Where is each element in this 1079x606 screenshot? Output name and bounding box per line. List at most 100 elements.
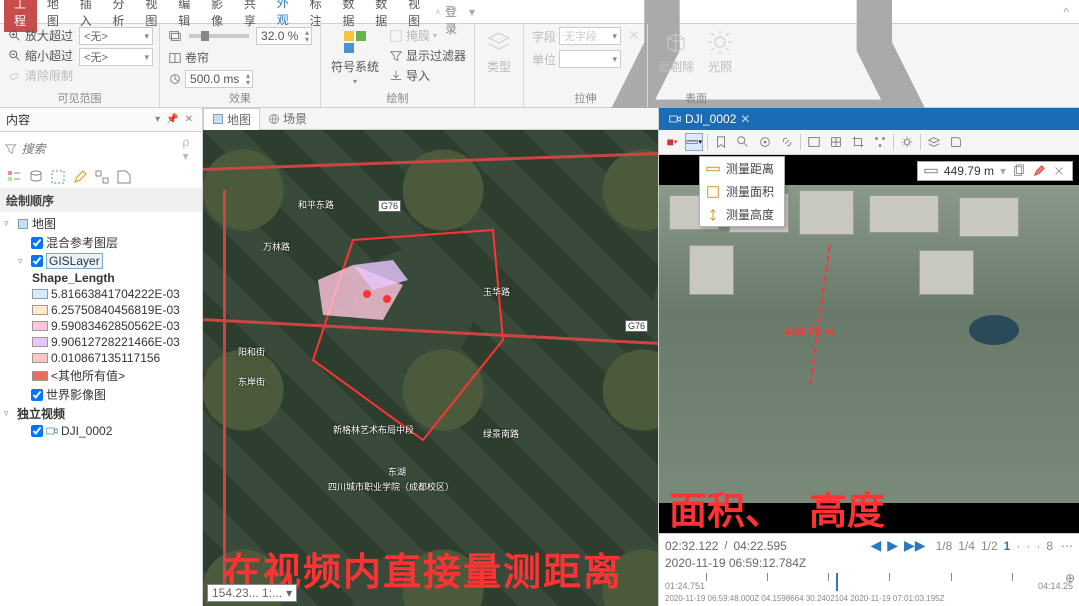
measure-button[interactable]: ▾ <box>685 133 703 151</box>
funnel-icon[interactable] <box>4 142 17 156</box>
play-button[interactable]: ▶ <box>885 537 900 554</box>
list-by-labeling-icon[interactable] <box>116 169 132 185</box>
copy-icon[interactable] <box>1012 164 1026 178</box>
ruler-icon <box>686 135 698 149</box>
tool-d[interactable] <box>898 133 916 151</box>
import-icon <box>389 69 403 83</box>
place-label: 东湖 <box>388 465 406 478</box>
search-input[interactable] <box>21 142 178 156</box>
timeline-expand[interactable]: ⊕ <box>1065 571 1075 585</box>
selection-polygon <box>303 210 523 450</box>
tool-f[interactable] <box>947 133 965 151</box>
measure-area[interactable]: 测量面积 <box>700 180 784 203</box>
video-item[interactable]: DJI_0002 <box>4 423 198 439</box>
bookmark-button[interactable] <box>712 133 730 151</box>
map-view[interactable]: G76 G76 和平东路 万林路 玉华路 阳和街 东岸街 绿景南路 新格林艺术布… <box>203 130 658 606</box>
bookmark-icon <box>714 135 728 149</box>
swipe-button[interactable]: 卷帘 <box>166 48 314 67</box>
import-button[interactable]: 导入 <box>387 66 468 85</box>
route-shield: G76 <box>625 320 648 332</box>
measure-distance[interactable]: 测量距离 <box>700 157 784 180</box>
class-row[interactable]: 5.81663841704222E-03 <box>4 286 198 302</box>
layer-checkbox[interactable] <box>31 425 43 437</box>
tool-c[interactable] <box>871 133 889 151</box>
close-icon[interactable] <box>1052 164 1066 178</box>
timeline-playhead[interactable] <box>836 573 838 591</box>
distance-readout: 449.79 m ▾ <box>917 161 1073 181</box>
flicker-value[interactable]: 500.0 ms▴▾ <box>185 70 253 88</box>
coord-box[interactable]: 154.23... 1:...▾ <box>207 584 297 602</box>
measure-height[interactable]: 测量高度 <box>700 203 784 226</box>
clear-icon[interactable] <box>1032 164 1046 178</box>
hybrid-ref-layer[interactable]: 混合参考图层 <box>4 233 198 252</box>
workspace: 内容 ▾ 📌 ✕ ρ ▾ 绘制顺序 ▿地图 混合参考图层 ▿GISLayer S… <box>0 108 1079 606</box>
class-row[interactable]: 9.59083462850562E-03 <box>4 318 198 334</box>
tool-a[interactable] <box>827 133 845 151</box>
pan-button[interactable] <box>756 133 774 151</box>
timeline[interactable]: 01:24.751 04:14.25 ⊕ <box>665 573 1073 591</box>
search-clear[interactable]: ρ ▾ <box>182 135 198 163</box>
video-controls: 02:32.122 / 04:22.595 ◀ ▶ ▶▶ 1/81/41/21·… <box>659 533 1079 606</box>
list-by-drawing-icon[interactable] <box>6 169 22 185</box>
contents-panel: 内容 ▾ 📌 ✕ ρ ▾ 绘制顺序 ▿地图 混合参考图层 ▿GISLayer S… <box>0 108 203 606</box>
record-button[interactable]: ■▾ <box>663 133 681 151</box>
zoom-in-beyond[interactable]: 放大超过 <box>6 26 75 45</box>
display-filters-button[interactable]: 显示过滤器 <box>387 46 468 65</box>
close-icon[interactable]: ✕ <box>185 114 193 125</box>
options-icon[interactable]: ▾ <box>155 114 160 125</box>
list-by-editing-icon[interactable] <box>72 169 88 185</box>
list-by-selection-icon[interactable] <box>50 169 66 185</box>
contents-header: 内容 ▾ 📌 ✕ <box>0 108 202 132</box>
lighting-button: 光照 <box>702 26 738 77</box>
link-button[interactable] <box>778 133 796 151</box>
scene-tab[interactable]: 场景 <box>260 108 315 129</box>
more-button[interactable]: ⋯ <box>1061 539 1073 553</box>
annotation-overlay: 高度 <box>809 480 885 533</box>
map-icon <box>212 113 224 125</box>
zoom-button[interactable] <box>734 133 752 151</box>
close-icon[interactable]: ✕ <box>740 112 750 126</box>
place-label: 和平东路 <box>298 198 334 211</box>
symbology-button[interactable]: 符号系统▾ <box>327 26 383 88</box>
layer-checkbox[interactable] <box>31 389 43 401</box>
group-title-effect: 效果 <box>166 89 314 107</box>
video-tab[interactable]: DJI_0002 ✕ <box>659 110 760 128</box>
layer-icon <box>168 29 182 43</box>
class-row[interactable]: 9.90612728221466E-03 <box>4 334 198 350</box>
transparency-slider[interactable] <box>189 34 249 38</box>
export-frame-button[interactable] <box>805 133 823 151</box>
frame-icon <box>807 135 821 149</box>
point-marker <box>363 290 371 298</box>
map-tab[interactable]: 地图 <box>203 108 260 131</box>
group-title-visrange: 可见范围 <box>6 89 153 107</box>
layer-checkbox[interactable] <box>31 255 43 267</box>
next-button[interactable]: ▶▶ <box>902 537 928 554</box>
visrange-dd2[interactable]: <无> <box>79 48 153 66</box>
collapse-ribbon[interactable]: ^ <box>1057 5 1075 19</box>
gis-layer[interactable]: ▿GISLayer <box>4 252 198 270</box>
tool-b[interactable] <box>849 133 867 151</box>
other-values-row[interactable]: <其他所有值> <box>4 366 198 385</box>
pin-icon[interactable]: 📌 <box>166 114 178 125</box>
map-node[interactable]: ▿地图 <box>4 214 198 233</box>
zoom-out-beyond[interactable]: 缩小超过 <box>6 46 75 65</box>
transparency-value[interactable]: 32.0 %▴▾ <box>256 27 312 45</box>
list-by-snapping-icon[interactable] <box>94 169 110 185</box>
prev-button[interactable]: ◀ <box>868 537 883 554</box>
layers-icon <box>927 135 941 149</box>
class-row[interactable]: 0.01086713511715​6 <box>4 350 198 366</box>
eraser-icon <box>8 69 22 83</box>
world-imagery-layer[interactable]: 世界影像图 <box>4 385 198 404</box>
group-title-draw: 绘制 <box>327 89 468 107</box>
layer-checkbox[interactable] <box>31 237 43 249</box>
filter-icon <box>389 49 403 63</box>
timeline-start: 01:24.751 <box>665 581 705 591</box>
tool-e[interactable] <box>925 133 943 151</box>
standalone-video-node[interactable]: ▿独立视频 <box>4 404 198 423</box>
ribbon-group-surface: 面剔除 光照 表面 <box>648 24 744 107</box>
class-row[interactable]: 6.25750840456819E-03 <box>4 302 198 318</box>
list-by-source-icon[interactable] <box>28 169 44 185</box>
speed-selector[interactable]: 1/81/41/21···8 <box>934 539 1055 553</box>
visrange-dd1[interactable]: <无> <box>79 27 153 45</box>
area-icon <box>706 185 720 199</box>
